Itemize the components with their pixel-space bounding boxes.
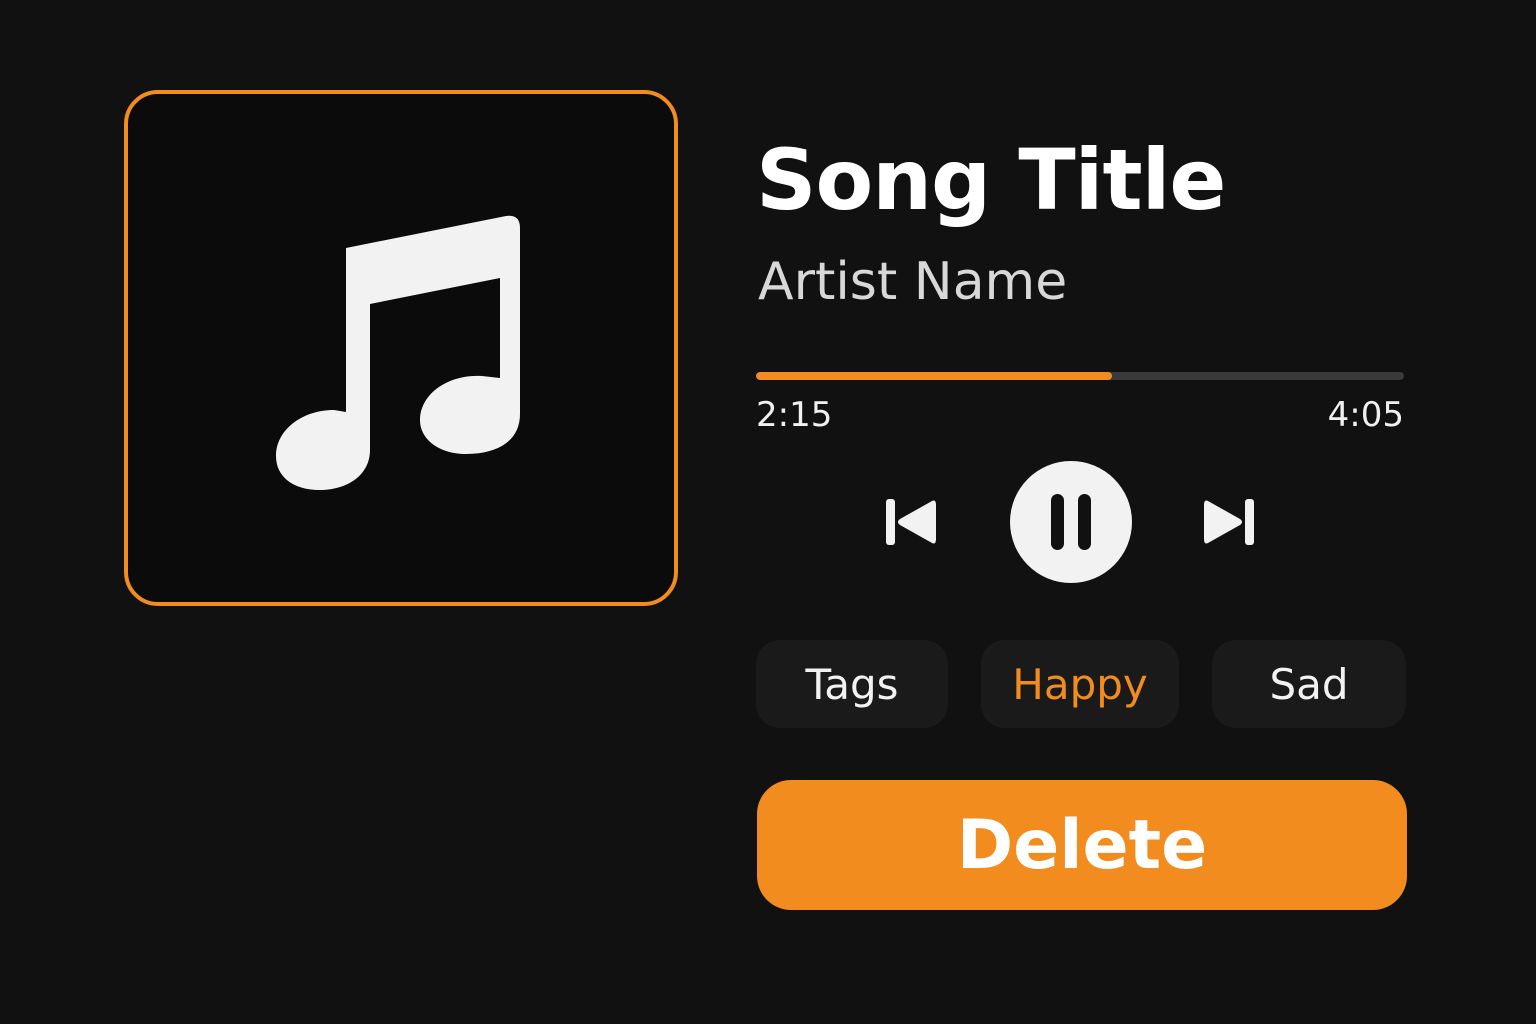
elapsed-time: 2:15 [756, 395, 833, 435]
tag-chip-tags[interactable]: Tags [756, 640, 948, 728]
previous-button[interactable] [876, 490, 940, 554]
pause-button[interactable] [1010, 461, 1132, 583]
delete-button[interactable]: Delete [757, 780, 1407, 910]
skip-previous-icon [886, 499, 936, 545]
music-player-screen: Song Title Artist Name 2:15 4:05 Tags Ha… [0, 0, 1536, 1024]
song-title: Song Title [756, 131, 1226, 229]
album-art [124, 90, 678, 606]
skip-next-icon [1204, 499, 1254, 545]
tag-chip-sad[interactable]: Sad [1212, 640, 1406, 728]
music-note-icon [276, 215, 520, 490]
pause-icon [1051, 494, 1091, 550]
progress-bar[interactable] [756, 372, 1404, 380]
total-time: 4:05 [1327, 395, 1404, 435]
artist-name: Artist Name [758, 252, 1068, 312]
next-button[interactable] [1200, 490, 1264, 554]
tag-chip-happy[interactable]: Happy [981, 640, 1179, 728]
progress-fill [756, 372, 1113, 380]
